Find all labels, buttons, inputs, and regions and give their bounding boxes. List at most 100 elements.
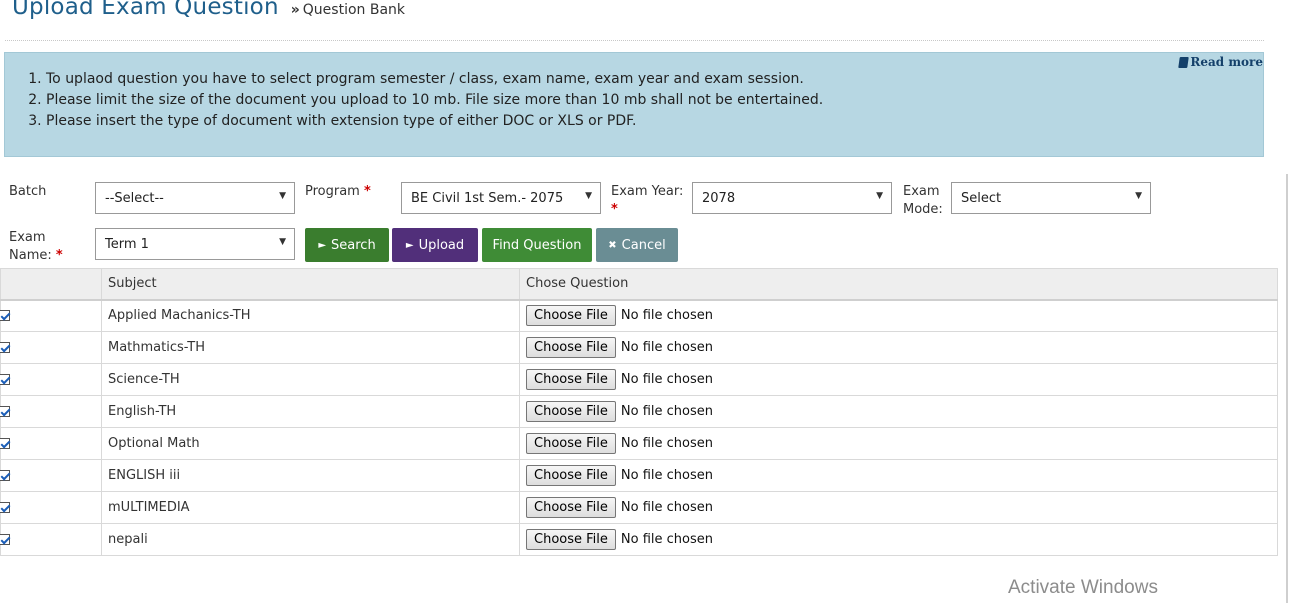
- choose-file-button[interactable]: Choose File: [526, 337, 616, 358]
- breadcrumb-separator-icon: »: [290, 2, 300, 18]
- row-select-cell: [0, 363, 102, 396]
- instruction-item: Please limit the size of the document yo…: [46, 90, 1263, 111]
- table-row: mULTIMEDIA Choose File No file chosen: [0, 491, 1278, 524]
- table-row: Mathmatics-TH Choose File No file chosen: [0, 331, 1278, 364]
- instructions-panel: To uplaod question you have to select pr…: [4, 52, 1264, 157]
- close-icon: ✖: [608, 239, 617, 251]
- instruction-item: Please insert the type of document with …: [46, 111, 1263, 132]
- page-header: Upload Exam Question » Question Bank: [12, 0, 405, 34]
- subject-cell: Science-TH: [101, 363, 520, 396]
- required-mark: *: [364, 184, 371, 199]
- checkbox-icon[interactable]: [0, 470, 10, 481]
- table-row: Applied Machanics-TH Choose File No file c…: [0, 299, 1278, 332]
- exam-name-select-value: Term 1: [105, 236, 149, 252]
- subject-cell: Mathmatics-TH: [101, 331, 520, 364]
- upload-button-label: Upload: [418, 237, 465, 253]
- required-mark: *: [55, 248, 63, 263]
- program-select-value: BE Civil 1st Sem.- 2075: [411, 190, 564, 206]
- batch-label: Batch: [9, 184, 47, 199]
- subject-cell: Optional Math: [101, 427, 520, 460]
- file-cell: Choose File No file chosen: [519, 331, 1278, 364]
- file-status: No file chosen: [620, 372, 713, 387]
- cancel-button-label: Cancel: [621, 237, 666, 253]
- required-mark: *: [611, 202, 618, 217]
- file-status: No file chosen: [620, 340, 713, 355]
- file-cell: Choose File No file chosen: [519, 459, 1278, 492]
- subject-cell: ENGLISH iii: [101, 459, 520, 492]
- header-divider: [5, 40, 1264, 41]
- table-row: English-TH Choose File No file chosen: [0, 395, 1278, 428]
- page-title: Upload Exam Question: [12, 0, 279, 20]
- activate-windows-watermark: Activate Windows: [1008, 577, 1158, 598]
- checkbox-icon[interactable]: [0, 310, 10, 322]
- choose-file-button[interactable]: Choose File: [526, 465, 616, 486]
- table-row: Science-TH Choose File No file chosen: [0, 363, 1278, 396]
- breadcrumb-item[interactable]: Question Bank: [303, 2, 405, 18]
- subject-cell: nepali: [101, 523, 520, 556]
- row-select-cell: [0, 395, 102, 428]
- instructions-list: To uplaod question you have to select pr…: [5, 69, 1263, 132]
- choose-file-button[interactable]: Choose File: [526, 401, 616, 422]
- checkbox-icon[interactable]: [0, 374, 10, 385]
- exam-year-select[interactable]: 2078 ▼: [692, 182, 892, 214]
- program-label: Program *: [305, 184, 371, 199]
- choose-file-button[interactable]: Choose File: [526, 305, 616, 327]
- checkbox-icon[interactable]: [0, 438, 10, 449]
- checkbox-icon[interactable]: [0, 406, 10, 417]
- exam-name-label: Exam Name: *: [9, 230, 63, 263]
- cancel-button[interactable]: ✖ Cancel: [596, 228, 678, 262]
- table-row: Optional Math Choose File No file chosen: [0, 427, 1278, 460]
- choose-file-button[interactable]: Choose File: [526, 433, 616, 454]
- exam-mode-select[interactable]: Select ▼: [951, 182, 1151, 214]
- choose-file-button[interactable]: Choose File: [526, 369, 616, 390]
- window-edge-divider: [1286, 174, 1288, 603]
- checkbox-icon[interactable]: [0, 342, 10, 353]
- file-status: No file chosen: [620, 532, 713, 547]
- upload-button[interactable]: ► Upload: [392, 228, 478, 262]
- search-button-label: Search: [331, 237, 376, 253]
- batch-select[interactable]: --Select-- ▼: [95, 182, 295, 214]
- subject-cell: English-TH: [101, 395, 520, 428]
- caret-down-icon: ▼: [876, 191, 883, 201]
- file-cell: Choose File No file chosen: [519, 427, 1278, 460]
- choose-file-button[interactable]: Choose File: [526, 497, 616, 518]
- exam-year-select-value: 2078: [702, 190, 736, 206]
- column-header-select: [0, 268, 102, 301]
- table-row: nepali Choose File No file chosen: [0, 523, 1278, 556]
- exam-year-label: Exam Year: *: [611, 184, 684, 217]
- play-icon: ►: [405, 239, 414, 251]
- exam-name-select[interactable]: Term 1 ▼: [95, 228, 295, 260]
- program-select[interactable]: BE Civil 1st Sem.- 2075 ▼: [401, 182, 601, 214]
- subject-cell: mULTIMEDIA: [101, 491, 520, 524]
- choose-file-button[interactable]: Choose File: [526, 529, 616, 550]
- file-cell: Choose File No file chosen: [519, 299, 1278, 332]
- find-question-button[interactable]: Find Question: [482, 228, 592, 262]
- caret-down-icon: ▼: [1135, 191, 1142, 201]
- file-cell: Choose File No file chosen: [519, 363, 1278, 396]
- find-question-button-label: Find Question: [492, 237, 582, 253]
- checkbox-icon[interactable]: [0, 502, 10, 513]
- file-cell: Choose File No file chosen: [519, 523, 1278, 556]
- row-select-cell: [0, 459, 102, 492]
- table-body: Applied Machanics-TH Choose File No file c…: [0, 299, 1278, 556]
- checkbox-icon[interactable]: [0, 534, 10, 545]
- row-select-cell: [0, 427, 102, 460]
- exam-mode-label: Exam Mode:: [903, 184, 943, 217]
- file-status: No file chosen: [620, 436, 713, 451]
- search-button[interactable]: ► Search: [305, 228, 389, 262]
- subjects-table: Subject Chose Question Applied Machanics…: [0, 268, 1278, 556]
- column-header-chose-question: Chose Question: [519, 268, 1278, 301]
- file-status: No file chosen: [620, 468, 713, 483]
- caret-down-icon: ▼: [279, 237, 286, 247]
- batch-select-value: --Select--: [105, 190, 164, 206]
- read-more-link[interactable]: Read more: [1178, 55, 1263, 69]
- table-header-row: Subject Chose Question: [0, 268, 1278, 301]
- read-more-label: Read more: [1190, 55, 1263, 69]
- instruction-item: To uplaod question you have to select pr…: [46, 69, 1263, 90]
- row-select-cell: [0, 523, 102, 556]
- caret-down-icon: ▼: [279, 191, 286, 201]
- file-status: No file chosen: [620, 500, 713, 515]
- row-select-cell: [0, 491, 102, 524]
- file-cell: Choose File No file chosen: [519, 395, 1278, 428]
- row-select-cell: [0, 299, 102, 332]
